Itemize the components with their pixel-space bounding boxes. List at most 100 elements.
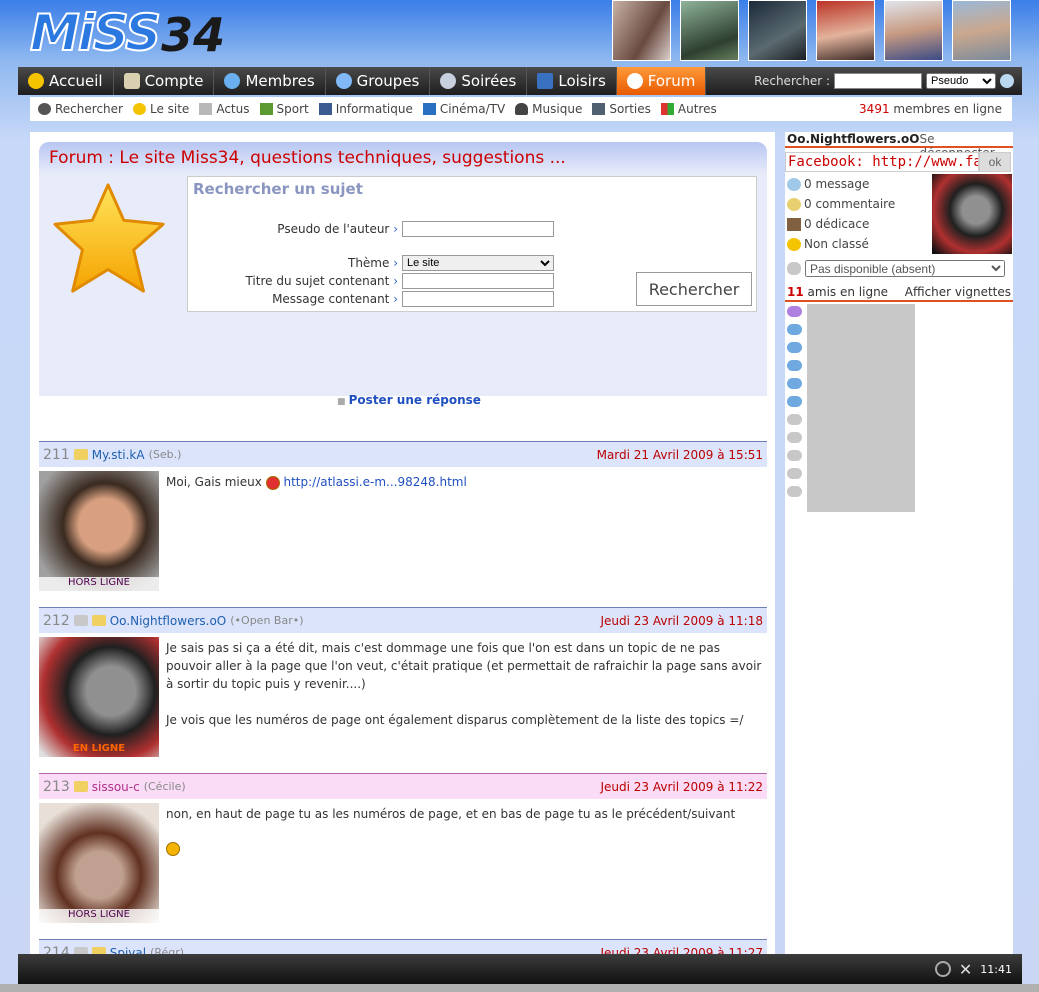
member-thumb[interactable] (612, 0, 671, 61)
member-thumb[interactable] (816, 0, 875, 61)
nav-forum[interactable]: Forum (616, 67, 707, 95)
availability-select[interactable]: Pas disponible (absent) (805, 260, 1005, 277)
avatar[interactable] (39, 803, 159, 923)
search-go-icon[interactable] (1000, 74, 1014, 88)
post-number: 211 (43, 446, 70, 463)
status-badge: HORS LIGNE (39, 577, 159, 591)
subnav-cinema[interactable]: Cinéma/TV (422, 102, 505, 116)
envelope-icon[interactable] (73, 449, 88, 460)
group-icon (335, 73, 352, 89)
theme-select[interactable]: Le site (402, 255, 554, 271)
close-icon[interactable]: ✕ (959, 960, 972, 979)
friend-status-icon[interactable] (787, 414, 802, 425)
theme-label: Thème (188, 256, 402, 270)
logout-link[interactable]: Se déconnecter (919, 132, 1011, 160)
friend-status-icon[interactable] (787, 378, 802, 389)
friend-thumbnails[interactable] (807, 304, 915, 512)
stat-text: 0 message (804, 177, 870, 191)
member-thumb[interactable] (680, 0, 739, 61)
search-type-select[interactable]: Pseudo (926, 73, 996, 89)
stat-dedications[interactable]: 0 dédicace (787, 217, 869, 231)
envelope-icon[interactable] (73, 781, 88, 792)
avatar[interactable] (39, 637, 159, 757)
nav-accueil[interactable]: Accueil (18, 67, 114, 95)
cd-icon (440, 73, 457, 89)
friend-status-icon[interactable] (787, 432, 802, 443)
chat-icon[interactable] (73, 947, 88, 954)
envelope-icon[interactable] (91, 947, 106, 954)
subnav-autres[interactable]: Autres (660, 102, 717, 116)
subnav-le-site[interactable]: Le site (132, 102, 189, 116)
subnav-rechercher[interactable]: Rechercher (38, 102, 123, 116)
friend-status-icon[interactable] (787, 342, 802, 353)
search-input[interactable] (834, 73, 922, 89)
chat-icon[interactable] (73, 615, 88, 626)
post-link[interactable]: http://atlassi.e-m...98248.html (283, 475, 466, 489)
post-author[interactable]: My.sti.kA (92, 448, 145, 462)
subnav-actus[interactable]: Actus (199, 102, 250, 116)
friend-status-icon[interactable] (787, 468, 802, 479)
sport-icon (259, 103, 273, 115)
sidebar-username[interactable]: Oo.Nightflowers.oO (787, 132, 919, 146)
friends-list (787, 306, 802, 504)
site-logo[interactable]: MiSS 34 (29, 4, 225, 61)
author-input[interactable] (402, 221, 554, 237)
chat-bubble-icon[interactable] (934, 961, 951, 977)
search-button[interactable]: Rechercher (636, 272, 752, 306)
friend-status-icon[interactable] (787, 306, 802, 317)
envelope-icon[interactable] (91, 615, 106, 626)
stat-comments[interactable]: 0 commentaire (787, 197, 895, 211)
avatar[interactable] (932, 174, 1012, 254)
friends-label: amis en ligne (807, 285, 889, 299)
subnav-sorties[interactable]: Sorties (592, 102, 651, 116)
friend-status-icon[interactable] (787, 486, 802, 497)
clock-time: 11:41 (980, 962, 1012, 976)
post-author[interactable]: Oo.Nightflowers.oO (110, 614, 227, 628)
search-label: Rechercher : (754, 74, 830, 88)
subject-input[interactable] (402, 273, 554, 289)
message-icon (787, 177, 801, 191)
nav-membres[interactable]: Membres (214, 67, 326, 95)
facebook-input[interactable] (785, 152, 979, 172)
forum-icon (626, 73, 643, 89)
friend-status-icon[interactable] (787, 396, 802, 407)
post-header: 211 My.sti.kA (Seb.) Mardi 21 Avril 2009… (39, 441, 767, 467)
message-input[interactable] (402, 291, 554, 307)
post-author[interactable]: Spival (110, 946, 146, 955)
post-real-name: (Cécile) (143, 780, 186, 793)
nav-groupes[interactable]: Groupes (326, 67, 431, 95)
friend-status-icon[interactable] (787, 324, 802, 335)
ok-button[interactable]: ok (979, 152, 1011, 172)
member-thumb[interactable] (748, 0, 807, 61)
friend-status-icon[interactable] (787, 360, 802, 371)
subnav-informatique[interactable]: Informatique (318, 102, 413, 116)
nav-soirees[interactable]: Soirées (430, 67, 528, 95)
site-header: MiSS 34 (0, 0, 1039, 66)
nav-loisirs[interactable]: Loisirs (527, 67, 617, 95)
news-icon (199, 103, 213, 115)
subnav-musique[interactable]: Musique (515, 102, 582, 116)
post-reply-link[interactable]: Poster une réponse (337, 393, 481, 407)
post-text: non, en haut de page tu as les numéros d… (166, 805, 766, 857)
post-number: 212 (43, 612, 70, 629)
post-header: 213 sissou-c (Cécile) Jeudi 23 Avril 200… (39, 773, 767, 799)
forum-post: 211 My.sti.kA (Seb.) Mardi 21 Avril 2009… (39, 441, 767, 607)
post-date: Jeudi 23 Avril 2009 à 11:22 (600, 779, 763, 794)
avatar[interactable] (39, 471, 159, 591)
nav-compte[interactable]: Compte (114, 67, 215, 95)
post-author[interactable]: sissou-c (92, 780, 140, 794)
member-thumbnails (612, 0, 1011, 61)
show-thumbs-link[interactable]: Afficher vignettes (905, 285, 1011, 300)
search-panel: Rechercher un sujet Pseudo de l'auteur T… (187, 176, 757, 312)
chat-icon (787, 262, 801, 275)
subnav-sport[interactable]: Sport (259, 102, 309, 116)
member-thumb[interactable] (952, 0, 1011, 61)
member-thumb[interactable] (884, 0, 943, 61)
computer-icon (318, 103, 332, 115)
sub-nav: Rechercher Le site Actus Sport Informati… (30, 97, 1012, 121)
stat-messages[interactable]: 0 message (787, 177, 869, 191)
friend-status-icon[interactable] (787, 450, 802, 461)
message-label: Message contenant (188, 292, 402, 306)
post-date: Jeudi 23 Avril 2009 à 11:18 (600, 613, 763, 628)
post-paragraph: non, en haut de page tu as les numéros d… (166, 807, 736, 821)
